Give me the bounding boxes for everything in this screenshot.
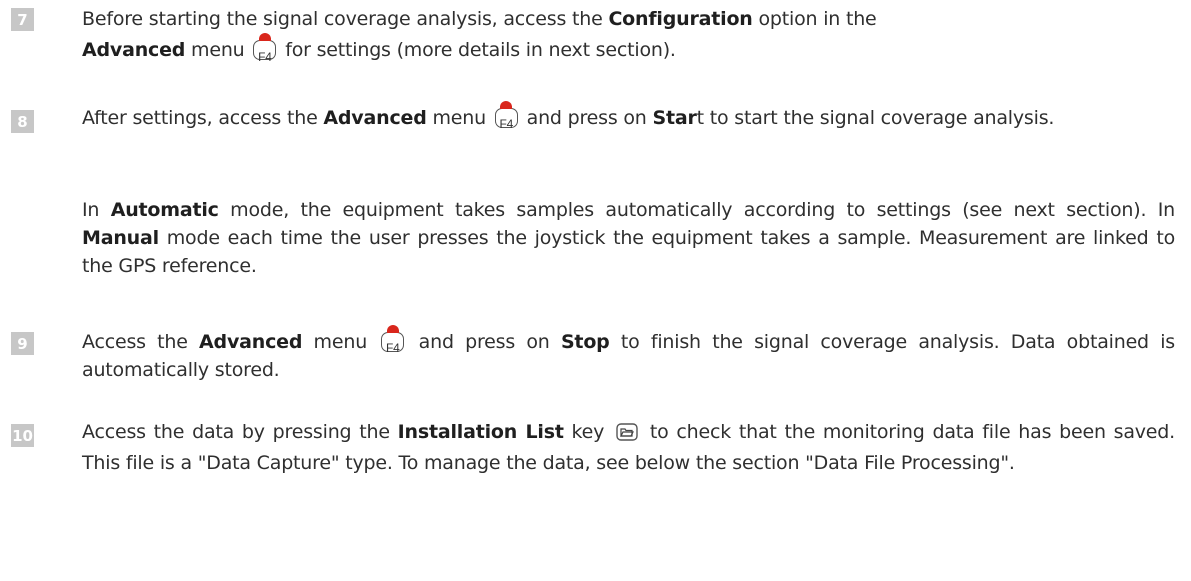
bold-term: Advanced xyxy=(82,39,186,61)
bold-term: Advanced xyxy=(199,331,303,353)
text-run: Access the xyxy=(82,331,200,353)
text-run: In xyxy=(82,199,111,221)
folder-icon xyxy=(616,421,638,449)
bold-term: Stop xyxy=(560,331,610,353)
bold-term: Manual xyxy=(82,227,159,249)
key-label: F4 xyxy=(499,117,514,131)
f4-key-icon: F4 xyxy=(494,101,518,131)
text-run: mode each time the user presses the joys… xyxy=(82,227,1175,277)
step-number-badge: 7 xyxy=(11,8,34,31)
text-run: After settings, access the xyxy=(82,107,324,129)
text-run: for settings (more details in next secti… xyxy=(279,39,676,61)
text-run: menu xyxy=(185,39,251,61)
bold-term: Configuration xyxy=(608,8,753,30)
text-run: Before starting the signal coverage anal… xyxy=(82,8,609,30)
step-paragraph: Before starting the signal coverage anal… xyxy=(82,4,1175,66)
step-number-badge: 8 xyxy=(11,110,34,133)
text-run: and press on xyxy=(520,107,653,129)
text-run: key xyxy=(563,421,613,443)
key-label: F4 xyxy=(386,341,400,355)
bold-term: Automatic xyxy=(110,199,219,221)
step-paragraph: In Automatic mode, the equipment takes s… xyxy=(82,196,1175,280)
step-paragraph: After settings, access the Advanced menu… xyxy=(82,101,1175,132)
text-run: Access the data by pressing the xyxy=(82,421,398,443)
bold-term: Advanced xyxy=(323,107,427,129)
f4-key-icon: F4 xyxy=(253,33,277,64)
text-run: menu xyxy=(302,331,379,353)
step-paragraph: Access the Advanced menu F4 and press on… xyxy=(82,325,1175,384)
text-run: option in the xyxy=(752,8,877,30)
f4-key-icon: F4 xyxy=(381,325,405,355)
text-run: menu xyxy=(426,107,492,129)
text-run: t to start the signal coverage analysis. xyxy=(696,107,1055,129)
step-paragraph: Access the data by pressing the Installa… xyxy=(82,418,1175,477)
bold-term: Installation List xyxy=(397,421,564,443)
text-run: mode, the equipment takes samples automa… xyxy=(218,199,1175,221)
bold-term: Star xyxy=(652,107,697,129)
text-run: and press on xyxy=(407,331,561,353)
step-number-badge: 9 xyxy=(11,332,34,355)
key-label: F4 xyxy=(258,50,272,64)
step-number-badge: 10 xyxy=(11,424,34,447)
